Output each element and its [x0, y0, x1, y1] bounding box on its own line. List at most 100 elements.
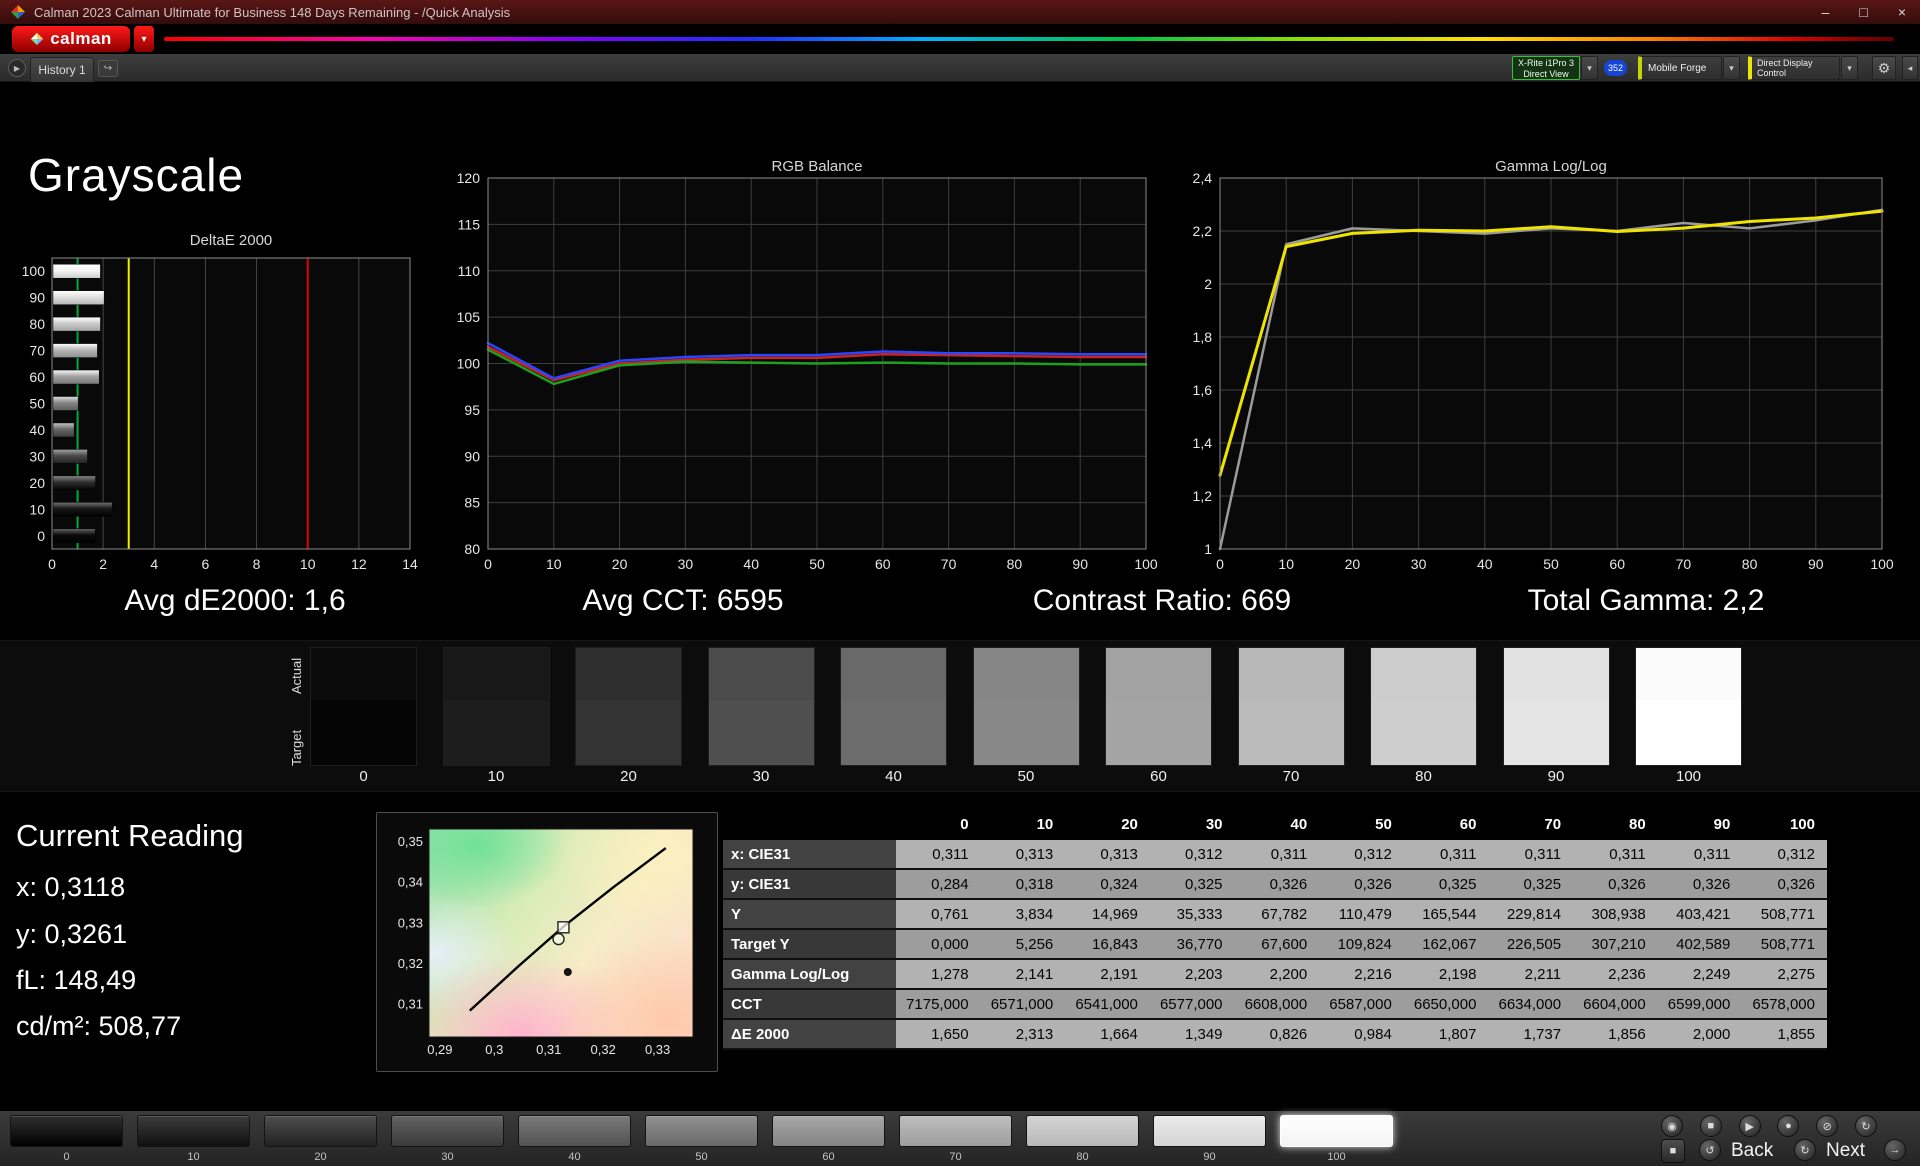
meter-count-badge: 352: [1604, 60, 1628, 76]
level-button-90[interactable]: [1153, 1115, 1266, 1147]
table-col-header: 50: [1375, 816, 1392, 833]
maximize-button[interactable]: □: [1859, 4, 1867, 20]
table-cell: 0,325: [1149, 870, 1235, 900]
level-button-label: 20: [314, 1151, 327, 1163]
table-cell: 6650,000: [1403, 990, 1489, 1020]
table-cell: 67,782: [1234, 900, 1320, 930]
table-cell: 36,770: [1149, 930, 1235, 960]
table-row-label: x: CIE31: [723, 840, 896, 870]
reading-y: y: 0,3261: [16, 919, 128, 949]
table-cell: 307,210: [1573, 930, 1658, 960]
meter-line1: X-Rite i1Pro 3: [1517, 58, 1575, 68]
table-cell: 0,313: [980, 840, 1066, 870]
table-cell: 2,203: [1149, 960, 1235, 990]
grayscale-patch-40: [840, 647, 947, 766]
tab-history-1[interactable]: History 1: [30, 57, 94, 82]
level-button-label: 70: [949, 1151, 962, 1163]
grayscale-patch-30: [707, 647, 815, 766]
level-button-60[interactable]: [772, 1115, 885, 1147]
svg-text:6: 6: [202, 556, 210, 572]
stop-measure-button[interactable]: ■: [1699, 1115, 1722, 1137]
back-button[interactable]: Back: [1731, 1139, 1773, 1163]
level-button-100[interactable]: [1280, 1115, 1393, 1147]
calman-logo-button[interactable]: calman: [12, 26, 130, 52]
close-button[interactable]: ×: [1898, 4, 1906, 20]
display-control-dropdown[interactable]: ▾: [1841, 56, 1858, 80]
table-cell: 2,313: [980, 1020, 1066, 1050]
minimize-button[interactable]: –: [1822, 4, 1830, 20]
repeat-measure-button[interactable]: ↻: [1855, 1115, 1877, 1137]
record-measure-button[interactable]: ●: [1777, 1115, 1800, 1137]
history-expand-button[interactable]: ▶: [8, 59, 26, 77]
continuous-measure-button[interactable]: ◉: [1661, 1115, 1683, 1137]
disable-measure-button[interactable]: ⊘: [1816, 1115, 1839, 1137]
svg-text:0,32: 0,32: [398, 956, 423, 971]
table-col-header: 0: [960, 816, 969, 833]
svg-text:0: 0: [37, 528, 45, 544]
gear-icon: ⚙: [1877, 59, 1891, 76]
level-button-80[interactable]: [1026, 1115, 1139, 1147]
avg-de2000-value: Avg dE2000: 1,6: [124, 584, 346, 617]
svg-text:4: 4: [150, 556, 158, 572]
level-button-10[interactable]: [137, 1115, 250, 1147]
svg-text:100: 100: [1870, 556, 1894, 572]
back-icon[interactable]: ↺: [1699, 1139, 1721, 1161]
level-button-20[interactable]: [264, 1115, 377, 1147]
table-cell: 110,479: [1319, 900, 1404, 930]
table-col-header: 10: [1036, 816, 1054, 833]
level-button-70[interactable]: [899, 1115, 1012, 1147]
reading-fl: fL: 148,49: [16, 965, 137, 995]
calman-menu-dropdown[interactable]: ▾: [134, 26, 154, 52]
table-cell: 0,313: [1065, 840, 1150, 870]
avg-cct-value: Avg CCT: 6595: [582, 584, 784, 617]
svg-text:0: 0: [484, 556, 492, 572]
table-cell: 0,826: [1234, 1020, 1320, 1050]
svg-text:14: 14: [402, 556, 418, 572]
table-cell: 0,325: [1403, 870, 1489, 900]
svg-text:40: 40: [743, 556, 759, 572]
go-icon[interactable]: →: [1884, 1139, 1906, 1161]
grayscale-patch-50: [972, 647, 1080, 766]
table-cell: 1,349: [1149, 1020, 1235, 1050]
table-cell: 0,324: [1065, 870, 1150, 900]
display-control-button[interactable]: Direct Display Control: [1748, 56, 1840, 80]
collapse-panel-button[interactable]: ◂: [1902, 56, 1918, 80]
next-icon[interactable]: ↻: [1794, 1139, 1816, 1161]
table-col-header: 90: [1713, 816, 1731, 833]
svg-text:80: 80: [464, 541, 480, 557]
svg-text:0,29: 0,29: [427, 1042, 452, 1057]
level-button-50[interactable]: [645, 1115, 758, 1147]
svg-text:40: 40: [29, 422, 45, 438]
svg-text:1,6: 1,6: [1193, 382, 1213, 398]
level-button-40[interactable]: [518, 1115, 631, 1147]
meter-line2: Direct View: [1523, 69, 1569, 79]
svg-text:60: 60: [875, 556, 891, 572]
current-reading-heading: Current Reading: [16, 818, 244, 853]
single-measure-button[interactable]: ▶: [1738, 1115, 1761, 1137]
table-cell: 0,311: [1234, 840, 1320, 870]
source-dropdown[interactable]: ▾: [1723, 56, 1740, 80]
patch-label: 10: [487, 768, 505, 785]
svg-text:0,34: 0,34: [398, 875, 423, 890]
deltae-chart-title: DeltaE 2000: [189, 232, 273, 249]
table-cell: 6587,000: [1319, 990, 1404, 1020]
settings-button[interactable]: ⚙: [1872, 56, 1896, 80]
target-row-label: Target: [289, 729, 304, 767]
table-cell: 162,067: [1403, 930, 1489, 960]
level-button-30[interactable]: [391, 1115, 504, 1147]
stop-button[interactable]: ■: [1661, 1139, 1685, 1163]
patch-label: 50: [1017, 768, 1035, 785]
source-button[interactable]: Mobile Forge: [1638, 56, 1722, 80]
next-button[interactable]: Next: [1826, 1139, 1865, 1163]
svg-text:100: 100: [1134, 556, 1158, 572]
level-button-label: 40: [568, 1151, 581, 1163]
meter-button[interactable]: X-Rite i1Pro 3 Direct View: [1512, 56, 1580, 80]
meter-dropdown[interactable]: ▾: [1581, 56, 1598, 80]
table-col-header: 70: [1544, 816, 1562, 833]
new-history-button[interactable]: ↪: [98, 60, 118, 77]
table-cell: 1,807: [1403, 1020, 1489, 1050]
table-cell: 6541,000: [1065, 990, 1150, 1020]
svg-text:100: 100: [22, 263, 46, 279]
reading-cdm2: cd/m²: 508,77: [16, 1011, 182, 1041]
level-button-0[interactable]: [10, 1115, 123, 1147]
